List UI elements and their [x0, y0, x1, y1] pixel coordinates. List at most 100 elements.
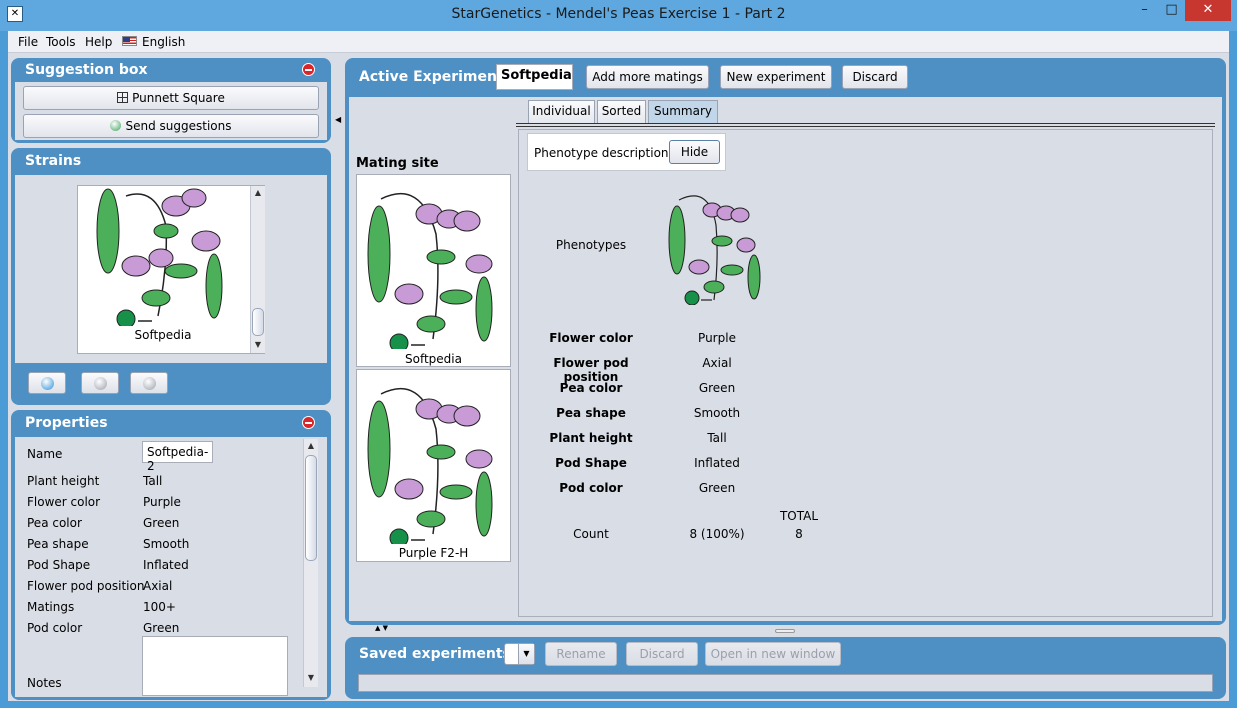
- trait-value: Tall: [707, 431, 727, 445]
- property-value: Tall: [143, 474, 163, 488]
- open-in-new-window-button[interactable]: Open in new window: [705, 642, 841, 666]
- new-experiment-button[interactable]: New experiment: [720, 65, 832, 89]
- property-label: Flower pod position: [27, 579, 145, 593]
- parent-2-caption: Purple F2-H: [398, 546, 469, 560]
- chevron-down-icon[interactable]: ▼: [518, 644, 534, 664]
- minimize-button[interactable]: –: [1131, 0, 1158, 21]
- experiment-name-field[interactable]: Softpedia: [496, 64, 573, 90]
- strain-nav-button-2[interactable]: [81, 372, 119, 394]
- add-more-matings-button[interactable]: Add more matings: [586, 65, 709, 89]
- saved-experiments-list[interactable]: [358, 674, 1213, 692]
- properties-title: Properties: [25, 415, 108, 431]
- scroll-down-arrow-icon[interactable]: ▼: [251, 338, 265, 352]
- send-suggestions-label: Send suggestions: [125, 119, 232, 133]
- tab-sorted[interactable]: Sorted: [597, 100, 646, 123]
- count-label: Count: [573, 527, 609, 541]
- splitter-grip-icon[interactable]: [775, 629, 795, 633]
- saved-experiments-dropdown[interactable]: ▼: [504, 643, 535, 665]
- maximize-button[interactable]: □: [1158, 0, 1185, 21]
- expand-arrows-icon[interactable]: ▲ ▼: [375, 624, 388, 632]
- strains-title: Strains: [25, 153, 82, 169]
- strains-panel: Strains Softpedia ▲ ▼: [11, 148, 331, 405]
- parent-2-card[interactable]: Purple F2-H: [356, 369, 511, 562]
- parent-1-card[interactable]: Softpedia: [356, 174, 511, 367]
- property-label: Pea shape: [27, 537, 89, 551]
- scroll-up-arrow-icon[interactable]: ▲: [304, 439, 318, 453]
- hide-button[interactable]: Hide: [669, 140, 720, 164]
- tab-divider: [516, 123, 1215, 127]
- strain-list-scrollbar[interactable]: ▲ ▼: [250, 186, 265, 353]
- grey-dot-icon: [143, 377, 156, 390]
- scroll-up-arrow-icon[interactable]: ▲: [251, 186, 265, 200]
- blue-dot-icon: [41, 377, 54, 390]
- horizontal-splitter[interactable]: ▲ ▼: [345, 624, 1226, 635]
- menu-file[interactable]: File: [18, 35, 38, 49]
- property-value: Inflated: [143, 558, 189, 572]
- properties-scrollbar[interactable]: ▲ ▼: [303, 439, 318, 687]
- pea-plant-image: [367, 193, 493, 349]
- grey-dot-icon: [94, 377, 107, 390]
- trait-name: Flower pod position: [553, 356, 629, 384]
- saved-experiments-title: Saved experiments: [359, 646, 511, 662]
- trait-value: Green: [698, 481, 736, 495]
- send-suggestions-button[interactable]: Send suggestions: [23, 114, 319, 138]
- phenotype-description-box: Phenotype description: Hide: [527, 133, 726, 171]
- scrollbar-thumb[interactable]: [305, 455, 317, 561]
- trait-name: Flower color: [549, 331, 633, 345]
- phenotypes-label: Phenotypes: [555, 238, 627, 252]
- property-value: Purple: [143, 495, 181, 509]
- saved-experiments-panel: Saved experiments ▼ Rename Discard Open …: [345, 637, 1226, 699]
- trait-value: Axial: [702, 356, 732, 370]
- trait-name: Pod Shape: [555, 456, 627, 470]
- suggestion-box-panel: Suggestion box Punnett Square Send sugge…: [11, 58, 331, 143]
- notes-label: Notes: [27, 676, 62, 690]
- strain-nav-button-3[interactable]: [130, 372, 168, 394]
- suggestion-box-body: Punnett Square Send suggestions: [15, 82, 327, 140]
- notes-textarea[interactable]: [142, 636, 288, 696]
- count-value: 8 (100%): [689, 527, 745, 541]
- phenotype-description-label: Phenotype description:: [534, 146, 673, 160]
- close-button[interactable]: ✕: [1185, 0, 1231, 21]
- trait-name: Pea color: [559, 381, 623, 395]
- strains-body: Softpedia ▲ ▼: [15, 175, 327, 363]
- vertical-splitter[interactable]: ◀: [334, 85, 342, 699]
- property-label: Pea color: [27, 516, 82, 530]
- active-experiment-panel: Active Experiment Softpedia Add more mat…: [345, 58, 1226, 625]
- menu-language[interactable]: English: [142, 35, 185, 49]
- property-label: Plant height: [27, 474, 100, 488]
- menu-tools[interactable]: Tools: [46, 35, 76, 49]
- grid-icon: [117, 92, 129, 103]
- menu-help[interactable]: Help: [85, 35, 112, 49]
- property-value: 100+: [143, 600, 176, 614]
- tab-individual[interactable]: Individual: [528, 100, 595, 123]
- active-experiment-title: Active Experiment: [359, 69, 504, 85]
- punnett-square-button[interactable]: Punnett Square: [23, 86, 319, 110]
- discard-experiment-button[interactable]: Discard: [842, 65, 908, 89]
- discard-saved-button[interactable]: Discard: [626, 642, 698, 666]
- properties-panel: Properties Name Softpedia-2 Plant height…: [11, 410, 331, 700]
- scrollbar-thumb[interactable]: [252, 308, 264, 336]
- trait-value: Inflated: [694, 456, 740, 470]
- collapse-arrow-icon[interactable]: ◀: [335, 115, 341, 124]
- punnett-square-label: Punnett Square: [132, 91, 225, 105]
- tab-summary[interactable]: Summary: [648, 100, 718, 123]
- property-label: Pod Shape: [27, 558, 91, 572]
- property-value: Smooth: [143, 537, 190, 551]
- strain-caption: Softpedia: [134, 328, 192, 342]
- scroll-down-arrow-icon[interactable]: ▼: [304, 671, 318, 685]
- summary-area: Phenotype description: Hide Phenotypes F…: [518, 129, 1213, 617]
- experiment-body: Mating site Softpedia Purple F2-H Indivi…: [349, 97, 1222, 621]
- window-title: StarGenetics - Mendel's Peas Exercise 1 …: [451, 6, 786, 22]
- property-value: Green: [143, 621, 180, 635]
- rename-button[interactable]: Rename: [545, 642, 617, 666]
- property-label: Matings: [27, 600, 75, 614]
- suggestion-box-title: Suggestion box: [25, 62, 148, 78]
- remove-icon[interactable]: [302, 416, 315, 429]
- window-client: File Tools Help English Suggestion box P…: [8, 31, 1229, 701]
- strain-list[interactable]: Softpedia ▲ ▼: [77, 185, 265, 354]
- remove-icon[interactable]: [302, 63, 315, 76]
- strain-name-field[interactable]: Softpedia-2: [142, 441, 213, 473]
- parent-1-caption: Softpedia: [405, 352, 462, 366]
- strain-nav-button-1[interactable]: [28, 372, 66, 394]
- us-flag-icon: [122, 36, 137, 46]
